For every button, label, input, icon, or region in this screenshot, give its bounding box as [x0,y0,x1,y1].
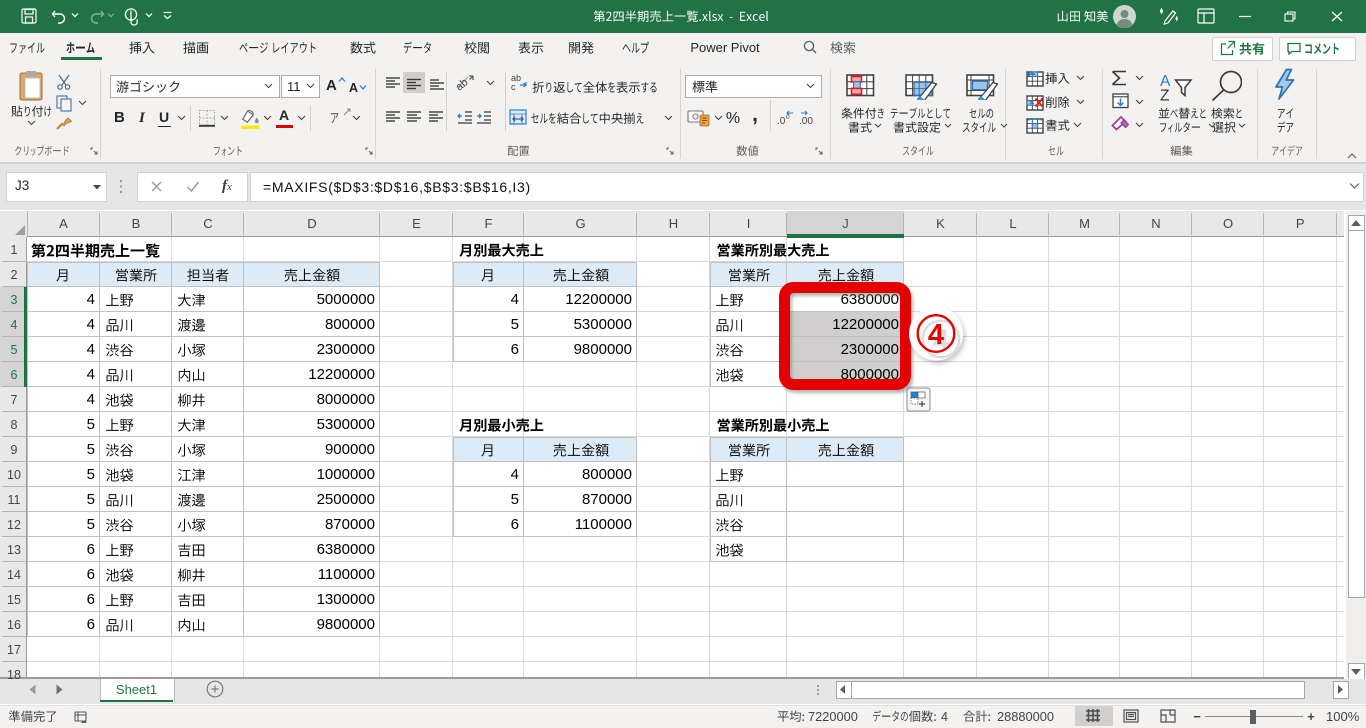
svg-text:.0: .0 [777,116,786,126]
svg-text:c: c [511,82,516,91]
svg-text:Z: Z [1160,88,1169,103]
svg-text:4: 4 [928,319,944,351]
svg-text:0: 0 [786,114,790,121]
svg-text:ab: ab [455,76,471,92]
svg-text:.00: .00 [799,116,813,126]
